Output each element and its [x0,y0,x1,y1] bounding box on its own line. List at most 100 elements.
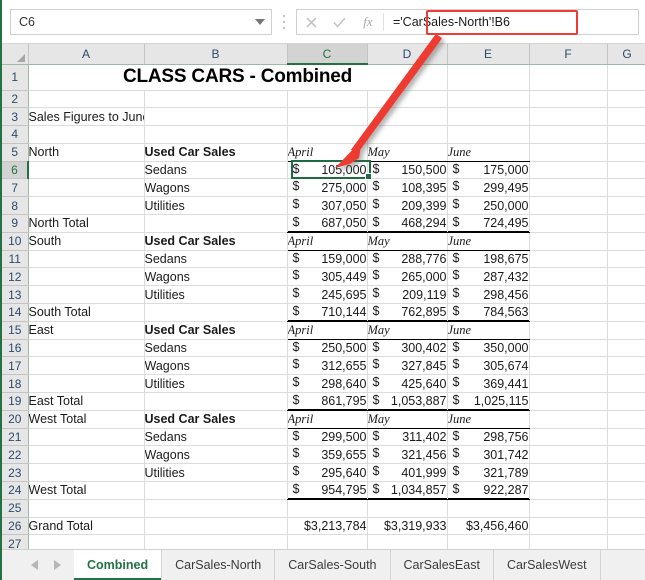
cell-c7-value[interactable]: $275,000 [287,178,368,198]
formula-input[interactable]: ='CarSales-North'!B6 [386,10,638,34]
cell-c15-month[interactable]: April [287,321,368,340]
cell-d17-value[interactable]: $327,845 [367,356,448,376]
cell-g9[interactable] [607,214,645,233]
row-header-11[interactable]: 11 [2,250,29,269]
cell-e9-total[interactable]: $724,495 [447,214,530,233]
cell-b13-product[interactable]: Utilities [144,285,288,305]
cell-d13-value[interactable]: $209,119 [367,285,448,305]
cell-b23-product[interactable]: Utilities [144,463,288,483]
cell-g6[interactable] [607,161,645,180]
cell-b27[interactable] [144,534,288,549]
cell-f24[interactable] [529,481,608,500]
check-icon[interactable] [325,10,353,34]
cell-f18[interactable] [529,374,608,394]
cell-g22[interactable] [607,445,645,465]
cell-g12[interactable] [607,267,645,287]
cell-g23[interactable] [607,463,645,483]
cell-d19-total[interactable]: $1,053,887 [367,392,448,411]
cell-a27[interactable] [28,534,145,549]
sheet-tab-combined[interactable]: Combined [74,550,163,580]
cell-f12[interactable] [529,267,608,287]
cell-d7-value[interactable]: $108,395 [367,178,448,198]
cell-g3[interactable] [607,107,645,127]
cell-b22-product[interactable]: Wagons [144,445,288,465]
cell-f3[interactable] [529,107,608,127]
cell-c23-value[interactable]: $295,640 [287,463,368,483]
cell-f6[interactable] [529,161,608,180]
column-header-b[interactable]: B [144,44,288,65]
cell-f15[interactable] [529,321,608,340]
cell-d21-value[interactable]: $311,402 [367,428,448,447]
row-header-14[interactable]: 14 [2,303,29,322]
cell-c17-value[interactable]: $312,655 [287,356,368,376]
row-header-12[interactable]: 12 [2,267,29,287]
cell-f22[interactable] [529,445,608,465]
chevron-down-icon[interactable] [249,10,271,34]
cell-a11[interactable] [28,250,145,269]
triangle-left-icon[interactable] [24,553,46,577]
cell-g7[interactable] [607,178,645,198]
cell-e14-total[interactable]: $784,563 [447,303,530,322]
cell-b16-product[interactable]: Sedans [144,339,288,358]
row-header-22[interactable]: 22 [2,445,29,465]
cell-b25[interactable] [144,499,288,518]
cell-b24[interactable] [144,481,288,500]
cell-f20[interactable] [529,410,608,429]
row-header-8[interactable]: 8 [2,196,29,216]
cell-d20-month[interactable]: May [367,410,448,429]
cell-a26-grand-total-label[interactable]: Grand Total [28,517,145,536]
cell-e22-value[interactable]: $301,742 [447,445,530,465]
cell-c4[interactable] [287,125,368,144]
cell-c8-value[interactable]: $307,050 [287,196,368,216]
cell-b9[interactable] [144,214,288,233]
cell-b7-product[interactable]: Wagons [144,178,288,198]
cell-c19-total[interactable]: $861,795 [287,392,368,411]
cell-a22[interactable] [28,445,145,465]
cell-f16[interactable] [529,339,608,358]
cell-a13[interactable] [28,285,145,305]
cell-c12-value[interactable]: $305,449 [287,267,368,287]
cell-f9[interactable] [529,214,608,233]
cell-d24-total[interactable]: $1,034,857 [367,481,448,500]
cell-c18-value[interactable]: $298,640 [287,374,368,394]
cell-g21[interactable] [607,428,645,447]
cell-a24-total-label[interactable]: West Total [28,481,145,500]
cell-f17[interactable] [529,356,608,376]
sheet-tab-carsaleswest[interactable]: CarSalesWest [494,550,601,580]
cell-a23[interactable] [28,463,145,483]
cell-e1[interactable] [447,64,530,91]
cell-e2[interactable] [447,90,530,109]
cell-d10-month[interactable]: May [367,232,448,251]
cell-e27[interactable] [447,534,530,549]
row-header-25[interactable]: 25 [2,499,29,518]
cell-e8-value[interactable]: $250,000 [447,196,530,216]
cell-d22-value[interactable]: $321,456 [367,445,448,465]
cell-a15-region[interactable]: East [28,321,145,340]
cell-c5-month[interactable]: April [287,143,368,162]
cell-a5-region[interactable]: North [28,143,145,162]
row-header-15[interactable]: 15 [2,321,29,340]
row-header-19[interactable]: 19 [2,392,29,411]
column-header-e[interactable]: E [447,44,530,65]
cell-g18[interactable] [607,374,645,394]
cell-d14-total[interactable]: $762,895 [367,303,448,322]
cell-a10-region[interactable]: South [28,232,145,251]
cell-g13[interactable] [607,285,645,305]
cell-e19-total[interactable]: $1,025,115 [447,392,530,411]
cell-g4[interactable] [607,125,645,144]
cell-c2[interactable] [287,90,368,109]
column-header-a[interactable]: A [28,44,145,65]
cell-a7[interactable] [28,178,145,198]
cell-a17[interactable] [28,356,145,376]
cell-d25[interactable] [367,499,448,518]
cell-g11[interactable] [607,250,645,269]
cell-g10[interactable] [607,232,645,251]
cell-a12[interactable] [28,267,145,287]
cell-e7-value[interactable]: $299,495 [447,178,530,198]
row-header-2[interactable]: 2 [2,90,29,109]
cell-f13[interactable] [529,285,608,305]
row-header-10[interactable]: 10 [2,232,29,251]
cell-a9-total-label[interactable]: North Total [28,214,145,233]
cell-a21[interactable] [28,428,145,447]
cell-b19[interactable] [144,392,288,411]
